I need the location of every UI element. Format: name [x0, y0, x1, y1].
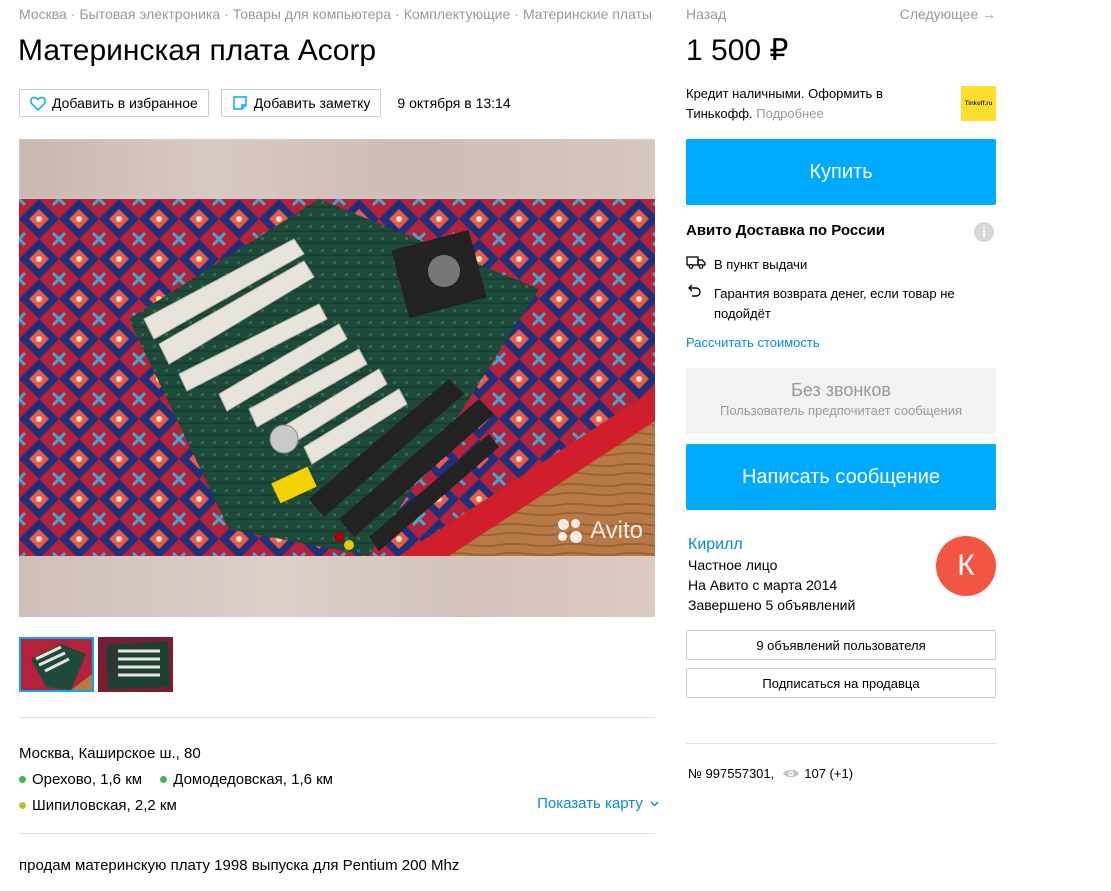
description-text: продам материнскую плату 1998 выпуска дл… — [19, 857, 460, 874]
divider — [19, 833, 655, 834]
truck-icon — [686, 255, 714, 275]
heart-icon — [30, 96, 46, 111]
breadcrumb-item-moscow[interactable]: Москва — [19, 6, 67, 22]
no-calls-notice: Без звонков Пользователь предпочитает со… — [686, 368, 996, 434]
delivery-item-pickup: В пункт выдачи — [686, 255, 807, 275]
add-note-label: Добавить заметку — [253, 95, 371, 111]
metro-line-dot — [160, 776, 168, 783]
tinkoff-logo[interactable]: Tinkoff.ru — [961, 86, 996, 121]
info-icon[interactable]: i — [974, 222, 994, 242]
no-calls-subtitle: Пользователь предпочитает сообщения — [719, 403, 962, 418]
seller-ads-label: 9 объявлений пользователя — [756, 637, 926, 653]
add-to-favorites-button[interactable]: Добавить в избранное — [19, 89, 209, 117]
breadcrumb: Москва · Бытовая электроника · Товары для ко… — [19, 6, 652, 22]
metro-station: Орехово, 1,6 км — [19, 767, 142, 792]
metro-row: Орехово, 1,6 км Домодедовская, 1,6 км — [19, 766, 659, 792]
note-icon — [233, 96, 247, 110]
metro-station-name: Домодедовская, 1,6 км — [173, 771, 333, 788]
listing-meta: № 997557301, 107 (+1) — [688, 766, 853, 781]
views-count: 107 (+1) — [804, 766, 854, 781]
divider — [686, 743, 996, 744]
delivery-item-guarantee: Гарантия возврата денег, если товар не п… — [686, 284, 966, 324]
metro-station-name: Орехово, 1,6 км — [32, 771, 143, 788]
delivery-title: Авито Доставка по России — [686, 222, 885, 239]
eye-icon — [783, 769, 800, 778]
listing-id: № 997557301, — [688, 766, 775, 781]
delivery-item-text: Гарантия возврата денег, если товар не п… — [714, 286, 955, 321]
breadcrumb-separator: · — [514, 6, 519, 22]
metro-station: Домодедовская, 1,6 км — [160, 767, 333, 792]
gallery-blur-top — [19, 139, 655, 199]
show-map-label: Показать карту — [537, 795, 643, 812]
breadcrumb-separator: · — [224, 6, 229, 22]
add-to-favorites-label: Добавить в избранное — [52, 95, 198, 111]
subscribe-seller-label: Подписаться на продавца — [762, 675, 920, 691]
delivery-item-text: В пункт выдачи — [714, 257, 808, 272]
breadcrumb-separator: · — [395, 6, 400, 22]
thumbnail-image — [21, 639, 92, 690]
address-text: Москва, Каширское ш., 80 — [19, 745, 201, 762]
subscribe-seller-button[interactable]: Подписаться на продавца — [686, 668, 996, 698]
write-message-label: Написать сообщение — [741, 465, 940, 488]
price: 1 500 ₽ — [686, 34, 789, 67]
breadcrumb-separator: · — [70, 6, 76, 22]
breadcrumb-item-motherboards[interactable]: Материнские платы — [523, 6, 652, 22]
breadcrumb-item-components[interactable]: Комплектующие — [404, 6, 511, 22]
gallery-thumbnails — [19, 637, 177, 692]
buy-label: Купить — [809, 160, 873, 183]
gallery-thumbnail[interactable] — [19, 637, 94, 692]
gallery-thumbnail[interactable] — [98, 637, 173, 692]
seller-since: На Авито с марта 2014 — [688, 577, 838, 593]
seller-type: Частное лицо — [688, 557, 778, 573]
next-link[interactable]: Следующее → — [900, 6, 996, 22]
location-block: Москва, Каширское ш., 80 Орехово, 1,6 км… — [19, 741, 659, 818]
return-arrow-icon — [686, 284, 714, 324]
metro-line-dot — [19, 802, 26, 809]
photo-gallery[interactable]: Avito — [19, 139, 655, 617]
publish-date: 9 октября в 13:14 — [397, 95, 511, 111]
listing-actions: Добавить в избранное Добавить заметку 9 … — [19, 89, 511, 117]
metro-station: Шипиловская, 2,2 км — [19, 793, 177, 818]
breadcrumb-item-computer-goods[interactable]: Товары для компьютера — [233, 6, 391, 22]
avatar[interactable]: К — [936, 536, 996, 596]
page-title: Материнская плата Acorp — [18, 34, 377, 67]
back-link[interactable]: Назад — [686, 6, 726, 22]
divider — [19, 717, 655, 718]
metro-station-name: Шипиловская, 2,2 км — [32, 797, 177, 814]
add-note-button[interactable]: Добавить заметку — [220, 89, 382, 117]
show-map-link[interactable]: Показать карту — [537, 791, 659, 816]
write-message-button[interactable]: Написать сообщение — [686, 444, 996, 510]
no-calls-title: Без звонков — [791, 380, 891, 400]
thumbnail-image — [98, 637, 173, 692]
buy-button[interactable]: Купить — [686, 139, 996, 205]
calculate-cost-link[interactable]: Рассчитать стоимость — [686, 335, 820, 350]
motherboard-photo[interactable] — [19, 199, 655, 556]
metro-line-dot — [19, 776, 26, 783]
avito-watermark-text: Avito — [590, 517, 643, 544]
credit-offer: Кредит наличными. Оформить в Тинькофф. П… — [686, 84, 936, 124]
seller-name-link[interactable]: Кирилл — [688, 536, 743, 554]
seller-completed-ads: Завершено 5 объявлений — [688, 597, 856, 613]
listing-navigation: Назад Следующее → — [686, 6, 996, 22]
chevron-down-icon — [650, 801, 659, 807]
breadcrumb-item-electronics[interactable]: Бытовая электроника — [79, 6, 220, 22]
gallery-blur-bottom — [19, 556, 655, 617]
avito-watermark: Avito — [556, 517, 643, 545]
seller-ads-button[interactable]: 9 объявлений пользователя — [686, 630, 996, 660]
credit-more-link[interactable]: Подробнее — [756, 106, 823, 121]
avito-logo-icon — [556, 517, 584, 545]
